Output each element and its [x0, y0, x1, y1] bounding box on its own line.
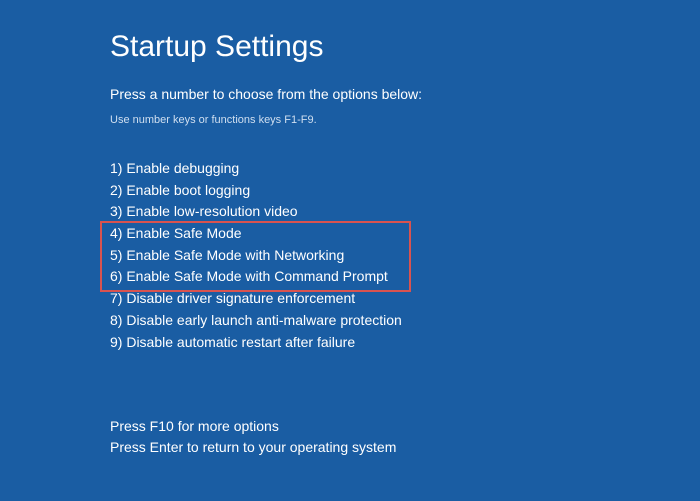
option-3[interactable]: 3) Enable low-resolution video: [110, 201, 590, 223]
option-1[interactable]: 1) Enable debugging: [110, 158, 590, 180]
option-8[interactable]: 8) Disable early launch anti-malware pro…: [110, 310, 590, 332]
return-text: Press Enter to return to your operating …: [110, 437, 396, 459]
options-list: 1) Enable debugging 2) Enable boot loggi…: [110, 158, 590, 353]
page-title: Startup Settings: [110, 30, 590, 64]
option-6[interactable]: 6) Enable Safe Mode with Command Prompt: [110, 266, 590, 288]
more-options-text: Press F10 for more options: [110, 416, 396, 438]
footer: Press F10 for more options Press Enter t…: [110, 416, 396, 459]
option-9[interactable]: 9) Disable automatic restart after failu…: [110, 332, 590, 354]
option-4[interactable]: 4) Enable Safe Mode: [110, 223, 590, 245]
option-2[interactable]: 2) Enable boot logging: [110, 180, 590, 202]
hint-text: Use number keys or functions keys F1-F9.: [110, 114, 590, 126]
option-5[interactable]: 5) Enable Safe Mode with Networking: [110, 245, 590, 267]
option-7[interactable]: 7) Disable driver signature enforcement: [110, 288, 590, 310]
subtitle: Press a number to choose from the option…: [110, 86, 590, 102]
